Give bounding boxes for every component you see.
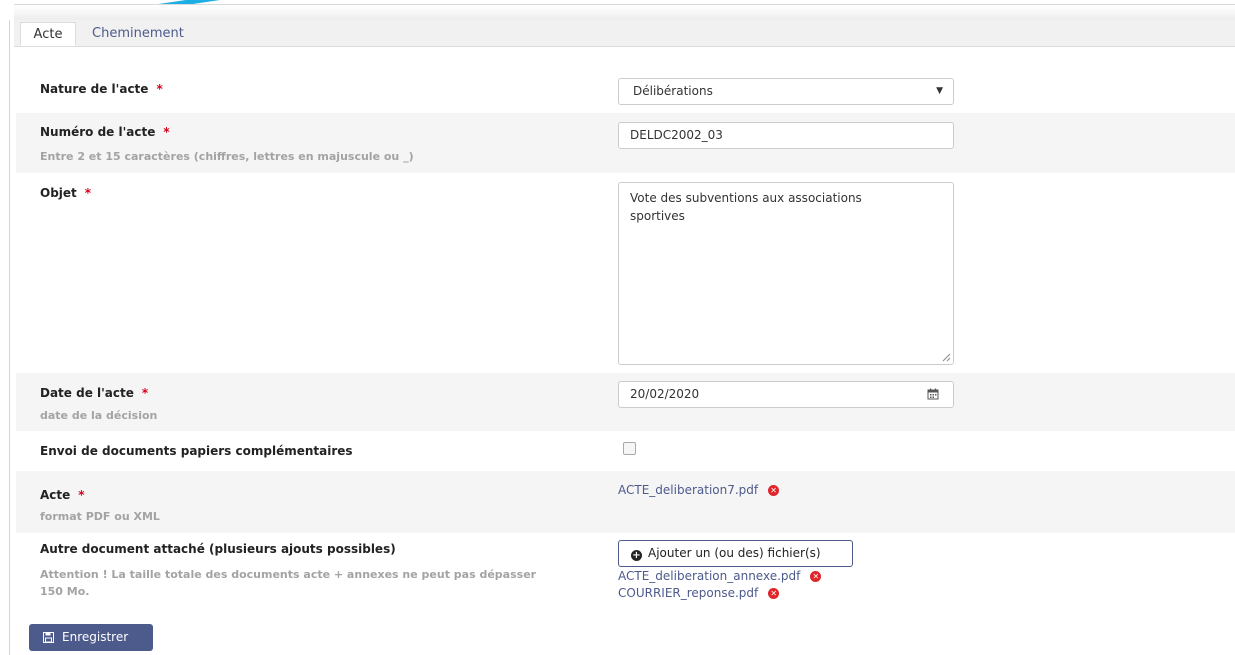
nature-select-value: Délibérations bbox=[633, 84, 713, 98]
tab-acte[interactable]: Acte bbox=[20, 22, 76, 46]
required-mark: * bbox=[163, 125, 170, 139]
remove-file-icon[interactable]: ✕ bbox=[768, 485, 780, 496]
date-input[interactable]: 20/02/2020 bbox=[618, 381, 954, 408]
autre-help-line2: 150 Mo. bbox=[40, 585, 90, 598]
nature-select[interactable]: Délibérations ▼ bbox=[618, 78, 954, 105]
required-mark: * bbox=[78, 488, 85, 502]
objet-label: Objet * bbox=[40, 186, 92, 200]
row-objet: Objet * Vote des subventions aux associat… bbox=[16, 174, 1235, 372]
envoi-label: Envoi de documents papiers complémentair… bbox=[40, 444, 353, 458]
row-numero: Numéro de l'acte * Entre 2 et 15 caractèr… bbox=[16, 113, 1235, 173]
numero-input[interactable]: DELDC2002_03 bbox=[618, 122, 954, 149]
row-autre-document: Autre document attaché (plusieurs ajouts… bbox=[16, 534, 1235, 619]
resize-grip-icon[interactable] bbox=[942, 353, 951, 362]
acte-label: Acte * bbox=[40, 488, 85, 502]
date-value: 20/02/2020 bbox=[630, 387, 700, 401]
tab-cheminement[interactable]: Cheminement bbox=[86, 22, 190, 46]
date-label: Date de l'acte * bbox=[40, 386, 149, 400]
left-border bbox=[9, 20, 10, 655]
numero-label: Numéro de l'acte * bbox=[40, 125, 170, 139]
acte-file-link[interactable]: ACTE_deliberation7.pdf bbox=[618, 483, 758, 497]
required-mark: * bbox=[141, 386, 149, 400]
tabs-bar: Acte Cheminement bbox=[14, 20, 1235, 47]
save-button[interactable]: Enregistrer bbox=[29, 624, 153, 651]
remove-file-icon[interactable]: ✕ bbox=[810, 571, 822, 582]
add-files-button[interactable]: + Ajouter un (ou des) fichier(s) bbox=[618, 540, 853, 567]
caret-down-icon: ▼ bbox=[936, 86, 943, 96]
envoi-checkbox[interactable] bbox=[623, 442, 636, 455]
annexe-file-item: ACTE_deliberation_annexe.pdf ✕ bbox=[618, 569, 822, 583]
acte-file-item: ACTE_deliberation7.pdf ✕ bbox=[618, 483, 780, 497]
autre-help-line1: Attention ! La taille totale des documen… bbox=[40, 568, 537, 581]
row-nature: Nature de l'acte * Délibérations ▼ bbox=[16, 72, 1235, 112]
autre-label: Autre document attaché (plusieurs ajouts… bbox=[40, 542, 396, 556]
required-mark: * bbox=[84, 186, 92, 200]
row-date: Date de l'acte * date de la décision 20/0… bbox=[16, 373, 1235, 431]
row-acte-file: Acte * format PDF ou XML ACTE_deliberatio… bbox=[16, 471, 1235, 533]
calendar-icon[interactable] bbox=[927, 388, 939, 400]
numero-help: Entre 2 et 15 caractères (chiffres, lett… bbox=[40, 150, 414, 163]
courrier-file-item: COURRIER_reponse.pdf ✕ bbox=[618, 586, 780, 600]
plus-circle-icon: + bbox=[631, 550, 642, 561]
annexe-file-link[interactable]: ACTE_deliberation_annexe.pdf bbox=[618, 569, 800, 583]
objet-textarea[interactable]: Vote des subventions aux associations sp… bbox=[618, 182, 954, 365]
date-help: date de la décision bbox=[40, 409, 158, 422]
acte-help: format PDF ou XML bbox=[40, 510, 160, 523]
save-button-label: Enregistrer bbox=[62, 630, 129, 644]
row-envoi: Envoi de documents papiers complémentair… bbox=[16, 432, 1235, 470]
add-files-label: Ajouter un (ou des) fichier(s) bbox=[648, 546, 821, 560]
floppy-disk-icon bbox=[43, 632, 54, 643]
remove-file-icon[interactable]: ✕ bbox=[768, 588, 780, 599]
required-mark: * bbox=[156, 82, 163, 96]
nature-label: Nature de l'acte * bbox=[40, 82, 163, 96]
courrier-file-link[interactable]: COURRIER_reponse.pdf bbox=[618, 586, 758, 600]
objet-text: Vote des subventions aux associations sp… bbox=[630, 191, 862, 223]
top-strip bbox=[14, 4, 1235, 21]
